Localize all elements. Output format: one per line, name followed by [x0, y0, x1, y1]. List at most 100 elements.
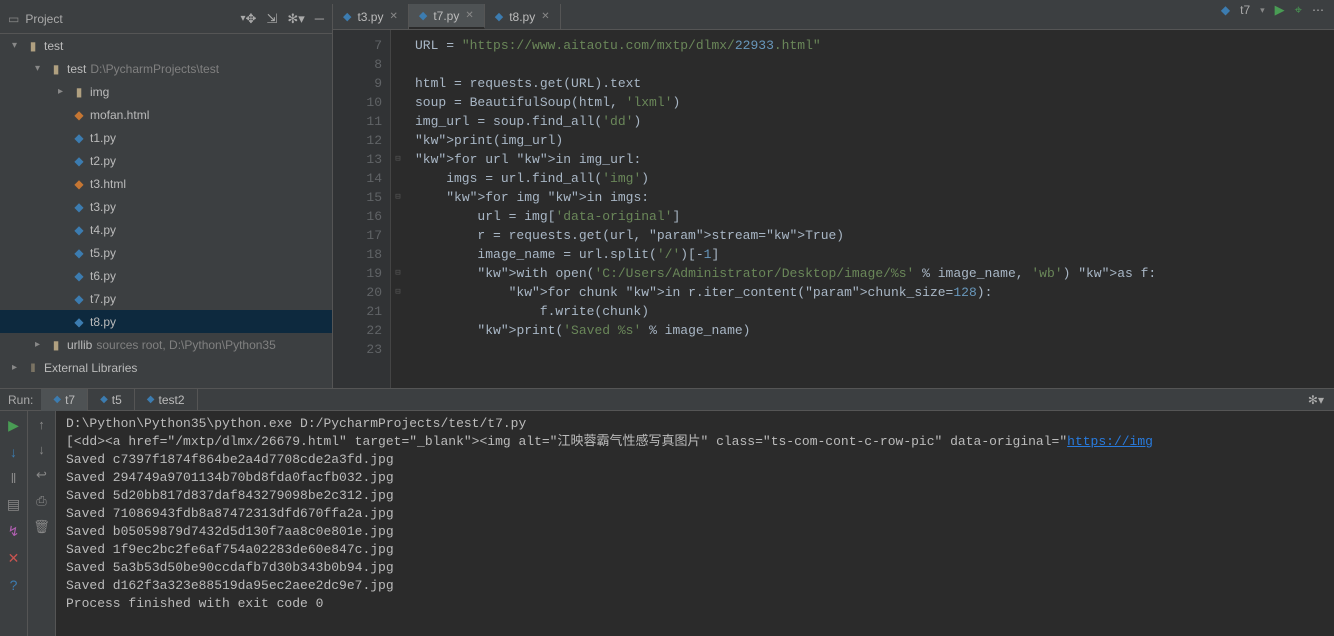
locate-icon[interactable]: ✥	[246, 11, 257, 27]
editor-tab-bar[interactable]: ◆t3.py✕◆t7.py✕◆t8.py✕	[333, 4, 1334, 30]
tree-item-t5.py[interactable]: ◆t5.py	[0, 241, 332, 264]
line-number[interactable]: 19	[333, 264, 382, 283]
line-number[interactable]: 10	[333, 93, 382, 112]
tree-arrow-icon[interactable]: ▾	[12, 40, 24, 51]
fold-marker[interactable]	[391, 112, 405, 131]
line-number[interactable]: 22	[333, 321, 382, 340]
trash-icon[interactable]: 🗑	[33, 519, 50, 535]
fold-marker[interactable]	[391, 36, 405, 55]
code-line[interactable]: f.write(chunk)	[415, 302, 1334, 321]
tree-item-t4.py[interactable]: ◆t4.py	[0, 218, 332, 241]
fold-marker[interactable]	[391, 245, 405, 264]
fold-marker[interactable]	[391, 55, 405, 74]
line-number[interactable]: 21	[333, 302, 382, 321]
fold-marker[interactable]	[391, 207, 405, 226]
line-number[interactable]: 7	[333, 36, 382, 55]
line-number[interactable]: 13	[333, 150, 382, 169]
editor-tab-t7.py[interactable]: ◆t7.py✕	[409, 4, 485, 29]
tree-item-t6.py[interactable]: ◆t6.py	[0, 264, 332, 287]
editor-tab-t8.py[interactable]: ◆t8.py✕	[485, 4, 561, 29]
collapse-icon[interactable]: ⇲	[266, 11, 277, 27]
tree-item-t8.py[interactable]: ◆t8.py	[0, 310, 332, 333]
rerun-icon[interactable]: ▶	[8, 417, 19, 434]
close-icon[interactable]: ✕	[541, 11, 549, 22]
run-tab-t5[interactable]: ◆t5	[88, 389, 135, 411]
help-icon[interactable]: ?	[10, 577, 18, 593]
tree-arrow-icon[interactable]: ▸	[12, 362, 24, 373]
gear-icon[interactable]: ✻▾	[287, 11, 304, 27]
code-line[interactable]: html = requests.get(URL).text	[415, 74, 1334, 93]
project-tool-header[interactable]: ▭ Project ▾ ✥ ⇲ ✻▾ ─	[0, 4, 332, 34]
run-config-toolbar[interactable]: ◆ t7 ▾ ▶ ⌖ ⋯	[1221, 2, 1324, 18]
fold-marker[interactable]	[391, 131, 405, 150]
hide-icon[interactable]: ─	[315, 11, 324, 26]
code-line[interactable]: img_url = soup.find_all('dd')	[415, 112, 1334, 131]
tree-item-img[interactable]: ▸▮img	[0, 80, 332, 103]
code-line[interactable]: imgs = url.find_all('img')	[415, 169, 1334, 188]
fold-column[interactable]: ⊟⊟⊟⊟	[391, 30, 405, 388]
code-line[interactable]: url = img['data-original']	[415, 207, 1334, 226]
line-gutter[interactable]: 7891011121314151617181920212223	[333, 30, 391, 388]
tree-arrow-icon[interactable]: ▾	[35, 63, 47, 74]
fold-marker[interactable]	[391, 302, 405, 321]
fold-marker[interactable]	[391, 169, 405, 188]
line-number[interactable]: 12	[333, 131, 382, 150]
code-content[interactable]: URL = "https://www.aitaotu.com/mxtp/dlmx…	[405, 30, 1334, 388]
tree-item-t3.py[interactable]: ◆t3.py	[0, 195, 332, 218]
code-line[interactable]: "kw">print('Saved %s' % image_name)	[415, 321, 1334, 340]
fold-marker[interactable]: ⊟	[391, 150, 405, 169]
line-number[interactable]: 11	[333, 112, 382, 131]
tree-item-test[interactable]: ▾▮test	[0, 34, 332, 57]
stepdown-icon[interactable]: ↓	[10, 444, 17, 460]
console-link[interactable]: https://img	[1067, 434, 1153, 449]
code-line[interactable]: r = requests.get(url, "param">stream="kw…	[415, 226, 1334, 245]
line-number[interactable]: 9	[333, 74, 382, 93]
tree-arrow-icon[interactable]: ▸	[58, 86, 70, 97]
run-tab-t7[interactable]: ◆t7	[41, 389, 88, 411]
fold-marker[interactable]: ⊟	[391, 264, 405, 283]
tree-item-mofan.html[interactable]: ◆mofan.html	[0, 103, 332, 126]
run-tab-test2[interactable]: ◆test2	[135, 389, 198, 411]
code-line[interactable]: "kw">with open('C:/Users/Administrator/D…	[415, 264, 1334, 283]
console-output[interactable]: D:\Python\Python35\python.exe D:/Pycharm…	[56, 411, 1334, 636]
more-actions-icon[interactable]: ⋯	[1312, 3, 1324, 17]
debug-button-icon[interactable]: ⌖	[1295, 2, 1302, 18]
run-button-icon[interactable]: ▶	[1275, 2, 1285, 18]
fold-marker[interactable]	[391, 93, 405, 112]
chevron-down-icon[interactable]: ▾	[1260, 5, 1265, 16]
tree-item-t2.py[interactable]: ◆t2.py	[0, 149, 332, 172]
tree-arrow-icon[interactable]: ▸	[35, 339, 47, 350]
fold-marker[interactable]	[391, 74, 405, 93]
filter-icon[interactable]: ↯	[8, 523, 20, 540]
wrap-icon[interactable]: ↩	[36, 467, 47, 483]
up-icon[interactable]: ↑	[38, 417, 45, 432]
fold-marker[interactable]	[391, 226, 405, 245]
tree-item-t1.py[interactable]: ◆t1.py	[0, 126, 332, 149]
code-line[interactable]: "kw">for img "kw">in imgs:	[415, 188, 1334, 207]
run-tabs[interactable]: ◆t7◆t5◆test2	[41, 389, 197, 411]
code-line[interactable]	[415, 55, 1334, 74]
code-line[interactable]: URL = "https://www.aitaotu.com/mxtp/dlmx…	[415, 36, 1334, 55]
fold-marker[interactable]: ⊟	[391, 283, 405, 302]
layout-icon[interactable]: ▤	[7, 496, 20, 513]
run-config-name[interactable]: t7	[1240, 3, 1250, 17]
close-icon[interactable]: ✕	[8, 550, 20, 567]
print-icon[interactable]: ⎙	[36, 493, 46, 509]
tree-item-t7.py[interactable]: ◆t7.py	[0, 287, 332, 310]
close-icon[interactable]: ✕	[465, 10, 473, 21]
line-number[interactable]: 17	[333, 226, 382, 245]
line-number[interactable]: 15	[333, 188, 382, 207]
tree-item-test[interactable]: ▾▮test D:\PycharmProjects\test	[0, 57, 332, 80]
project-tree[interactable]: ▾▮test▾▮test D:\PycharmProjects\test▸▮im…	[0, 34, 332, 388]
down-icon[interactable]: ↓	[38, 442, 45, 457]
line-number[interactable]: 16	[333, 207, 382, 226]
pause-icon[interactable]: ‖	[11, 470, 17, 486]
line-number[interactable]: 8	[333, 55, 382, 74]
code-line[interactable]: "kw">for url "kw">in img_url:	[415, 150, 1334, 169]
fold-marker[interactable]: ⊟	[391, 188, 405, 207]
tree-item-External Libraries[interactable]: ▸‖External Libraries	[0, 356, 332, 379]
close-icon[interactable]: ✕	[389, 11, 397, 22]
code-line[interactable]: "kw">for chunk "kw">in r.iter_content("p…	[415, 283, 1334, 302]
tree-item-t3.html[interactable]: ◆t3.html	[0, 172, 332, 195]
line-number[interactable]: 20	[333, 283, 382, 302]
